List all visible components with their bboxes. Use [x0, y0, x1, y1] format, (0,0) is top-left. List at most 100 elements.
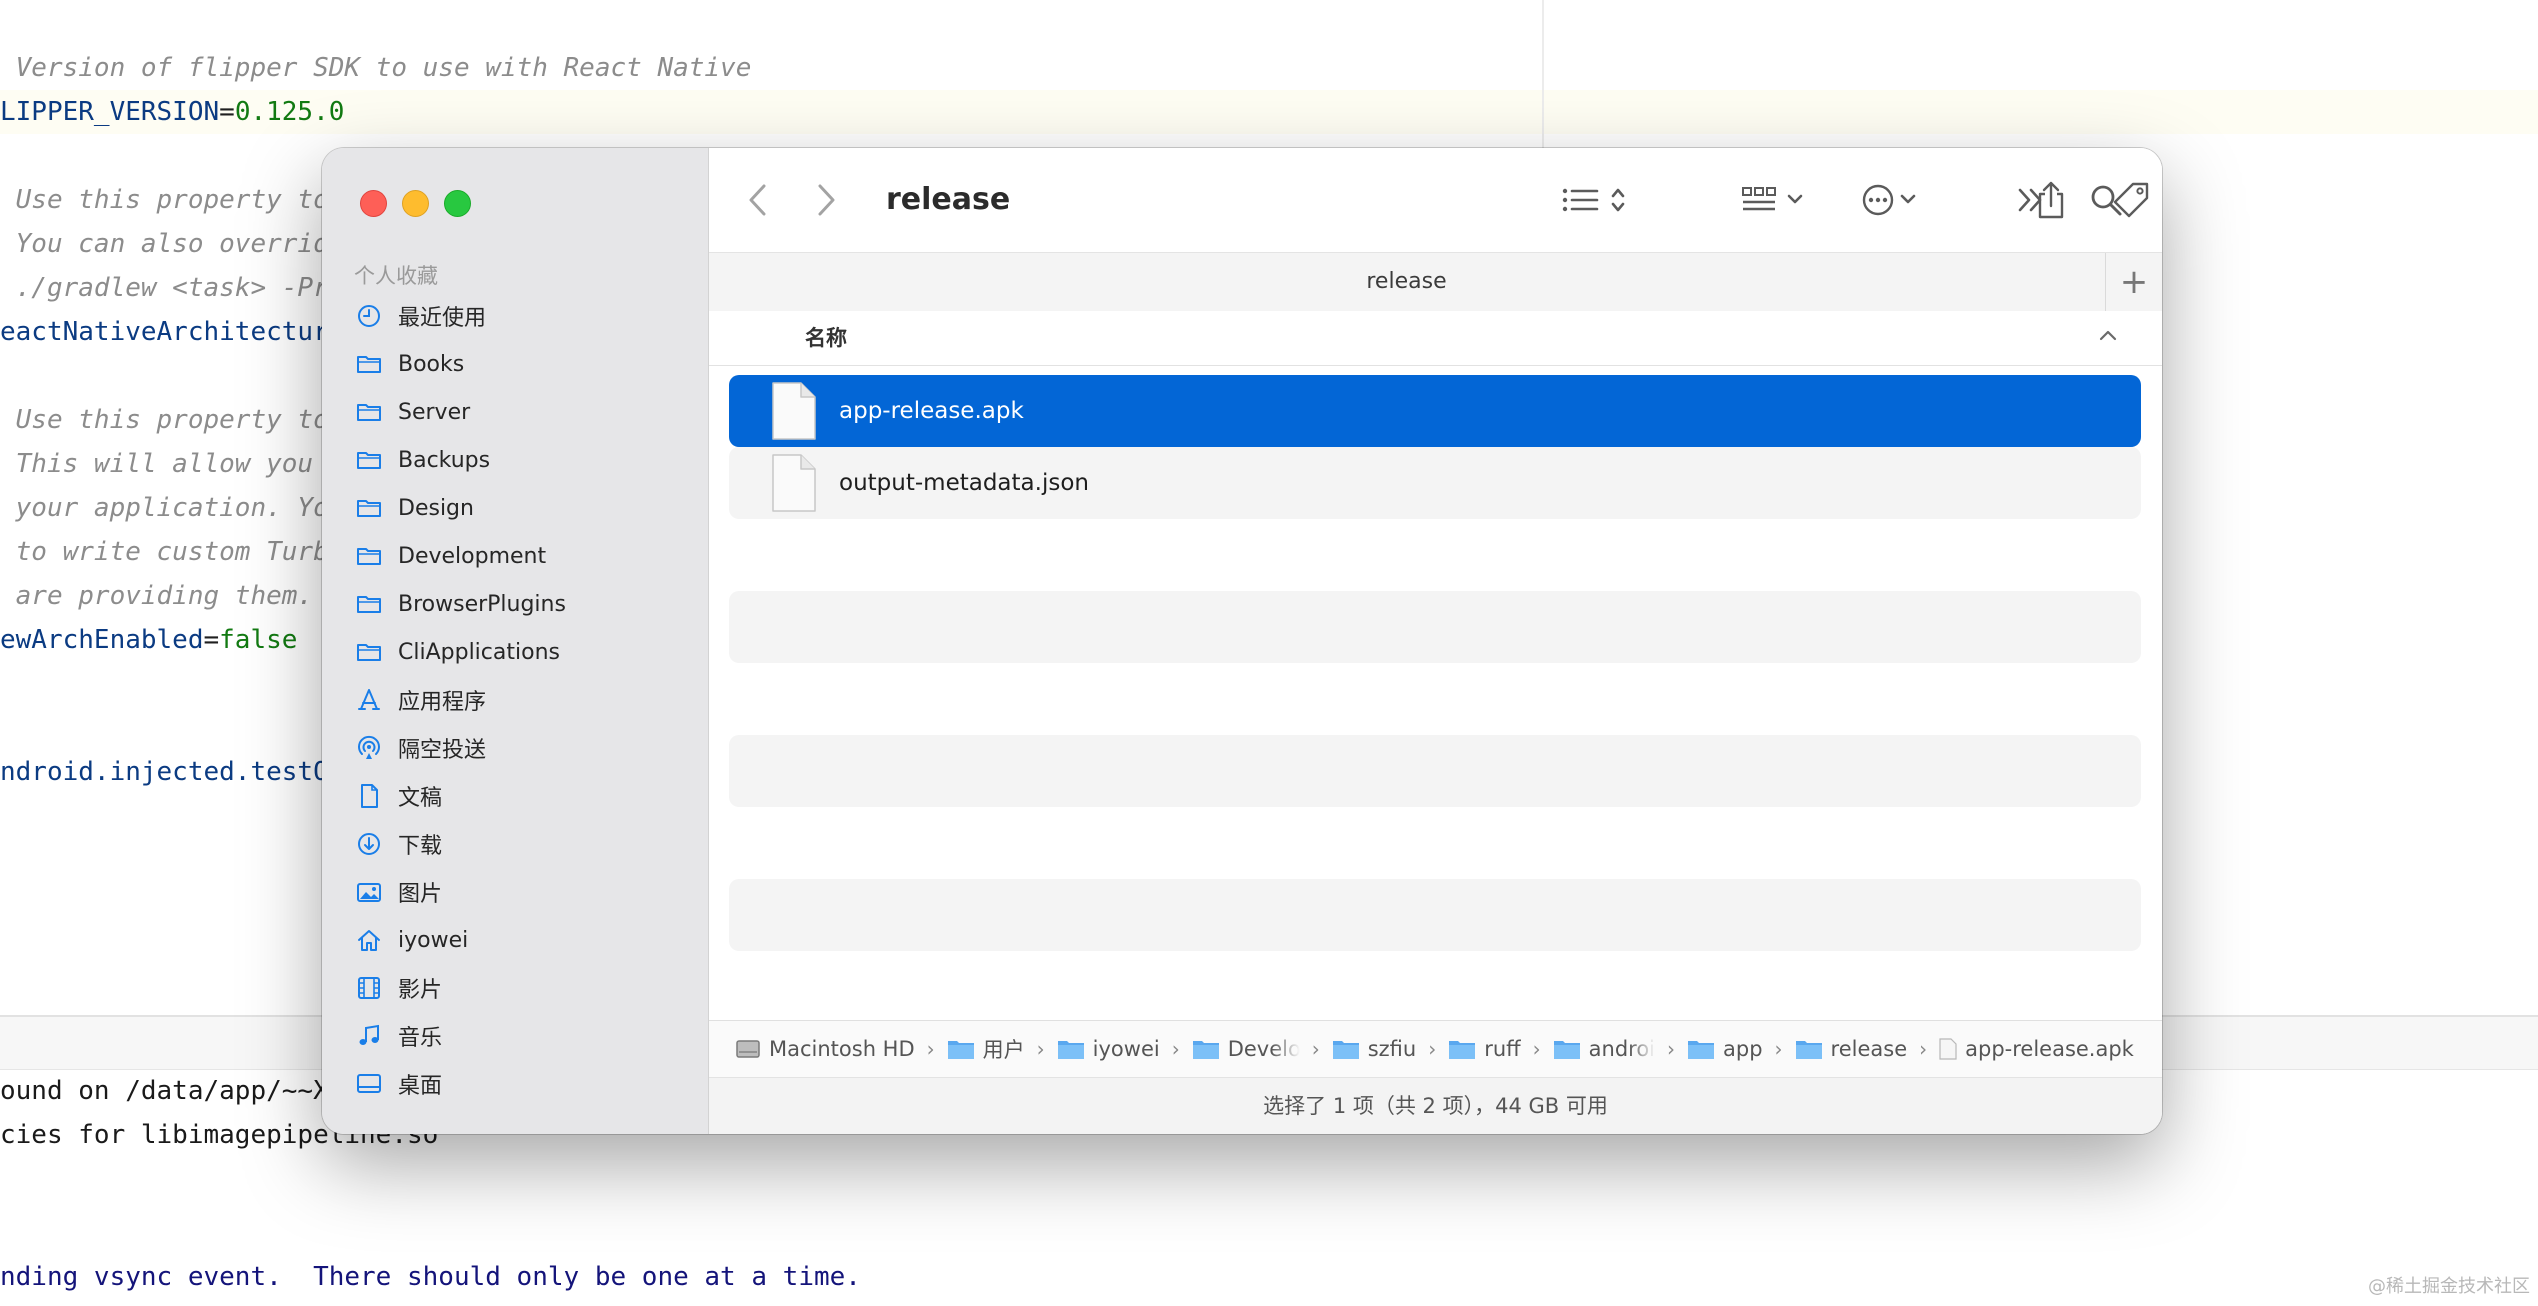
- sidebar-item[interactable]: 影片: [322, 964, 708, 1012]
- breadcrumb-label: 用户: [982, 1038, 1025, 1062]
- breadcrumb-item[interactable]: app-release.apk: [1939, 1037, 2134, 1061]
- breadcrumb-separator: ›: [1774, 1037, 1783, 1061]
- minimize-button[interactable]: [402, 190, 429, 217]
- breadcrumb-item[interactable]: Develo: [1192, 1037, 1300, 1061]
- close-button[interactable]: [360, 190, 387, 217]
- column-header: 名称: [709, 311, 2162, 366]
- breadcrumb-item[interactable]: iyowei: [1057, 1037, 1160, 1061]
- breadcrumb-label: iyowei: [1092, 1037, 1160, 1061]
- document-file-icon: [1939, 1038, 1965, 1060]
- sidebar-item-label: 文稿: [398, 786, 443, 811]
- folder-icon: [1553, 1038, 1589, 1060]
- sidebar-item[interactable]: Backups: [322, 436, 708, 484]
- folder-icon: [947, 1038, 983, 1060]
- sort-ascending-icon[interactable]: [2098, 327, 2118, 346]
- file-row[interactable]: output-metadata.json: [729, 447, 2141, 519]
- sidebar-item-label: 最近使用: [398, 306, 487, 331]
- file-row[interactable]: app-release.apk: [729, 375, 2141, 447]
- console-line: nding vsync event. There should only be …: [0, 1262, 861, 1292]
- sidebar-item-label: 音乐: [398, 1026, 443, 1051]
- folder-icon: [356, 543, 382, 569]
- more-toolbar-button[interactable]: [2009, 178, 2053, 222]
- code-line: LIPPER_VERSION=0.125.0: [0, 97, 345, 127]
- sidebar-item[interactable]: 音乐: [322, 1012, 708, 1060]
- back-button[interactable]: [737, 178, 777, 222]
- sidebar-item[interactable]: 图片: [322, 868, 708, 916]
- breadcrumb-item[interactable]: ruff: [1448, 1037, 1521, 1061]
- finder-main: release release + 名称 app-release.apk out…: [709, 148, 2162, 1134]
- breadcrumb-item[interactable]: szfiu: [1332, 1037, 1417, 1061]
- breadcrumb-item[interactable]: Macintosh HD: [735, 1037, 915, 1061]
- empty-row: [729, 663, 2141, 735]
- code-line: ewArchEnabled=false: [0, 625, 298, 655]
- breadcrumb-item[interactable]: androi: [1553, 1037, 1655, 1061]
- breadcrumb-label: ruff: [1484, 1037, 1521, 1061]
- download-icon: [356, 831, 382, 857]
- sidebar-item[interactable]: Books: [322, 340, 708, 388]
- view-list-button[interactable]: [1561, 178, 1633, 222]
- zoom-button[interactable]: [444, 190, 471, 217]
- folder-icon: [356, 591, 382, 617]
- sidebar-item[interactable]: CliApplications: [322, 628, 708, 676]
- sidebar-item-label: Development: [398, 543, 547, 569]
- breadcrumb-item[interactable]: release: [1795, 1037, 1907, 1061]
- sidebar-list: 最近使用 Books Server Backups Design Development B…: [322, 292, 708, 1108]
- tab-release[interactable]: release: [709, 253, 2104, 311]
- group-button[interactable]: [1741, 178, 1813, 222]
- file-list: app-release.apk output-metadata.json: [729, 375, 2141, 951]
- toolbar: release: [709, 148, 2162, 252]
- tab-bar: release +: [709, 252, 2162, 312]
- sidebar-item[interactable]: 下载: [322, 820, 708, 868]
- document-icon: [356, 783, 382, 809]
- search-icon: [2091, 185, 2122, 216]
- sidebar-item[interactable]: 文稿: [322, 772, 708, 820]
- breadcrumb-label: androi: [1588, 1037, 1656, 1061]
- sidebar-item[interactable]: 桌面: [322, 1060, 708, 1108]
- sidebar-item[interactable]: 应用程序: [322, 676, 708, 724]
- photo-icon: [356, 879, 382, 905]
- code-line: Use this property to: [0, 405, 329, 435]
- home-icon: [356, 927, 382, 953]
- finder-sidebar: 个人收藏 最近使用 Books Server Backups Design Develop…: [322, 148, 709, 1134]
- code-line: Use this property to: [0, 185, 329, 215]
- sidebar-item[interactable]: Server: [322, 388, 708, 436]
- search-button[interactable]: [2084, 178, 2128, 222]
- sidebar-item-label: 下载: [398, 834, 443, 859]
- finder-window: 个人收藏 最近使用 Books Server Backups Design Develop…: [322, 148, 2162, 1134]
- music-icon: [356, 1023, 382, 1049]
- breadcrumb-label: szfiu: [1367, 1037, 1417, 1061]
- sidebar-item[interactable]: 最近使用: [322, 292, 708, 340]
- sidebar-item-label: 桌面: [398, 1074, 443, 1099]
- sidebar-item[interactable]: 隔空投送: [322, 724, 708, 772]
- new-tab-button[interactable]: +: [2105, 253, 2162, 311]
- folder-icon: [356, 351, 382, 377]
- path-bar: Macintosh HD › 用户 › iyowei › Develo › szfiu › ruff…: [709, 1020, 2162, 1077]
- folder-icon: [356, 399, 382, 425]
- code-line: This will allow you: [0, 449, 314, 479]
- forward-button[interactable]: [807, 178, 847, 222]
- sidebar-item-label: Server: [398, 399, 471, 425]
- action-button[interactable]: [1861, 178, 1933, 222]
- code-line: ./gradlew <task> -Pr: [0, 273, 329, 303]
- breadcrumb-separator: ›: [1428, 1037, 1437, 1061]
- code-line: to write custom Turb: [0, 537, 329, 567]
- breadcrumb-separator: ›: [1036, 1037, 1045, 1061]
- grid-view-icon: [1742, 187, 1803, 211]
- sidebar-item[interactable]: iyowei: [322, 916, 708, 964]
- clock-icon: [356, 303, 382, 329]
- sidebar-item-label: 影片: [398, 978, 443, 1003]
- column-name-header[interactable]: 名称: [805, 311, 847, 365]
- breadcrumb-separator: ›: [926, 1037, 935, 1061]
- chevron-right-icon: [818, 184, 835, 216]
- sidebar-item[interactable]: Development: [322, 532, 708, 580]
- breadcrumb-label: app-release.apk: [1965, 1037, 2134, 1061]
- breadcrumb-item[interactable]: app: [1687, 1037, 1763, 1061]
- airdrop-icon: [356, 735, 382, 761]
- breadcrumb-item[interactable]: 用户: [947, 1034, 1025, 1064]
- list-view-icon: [1562, 188, 1625, 212]
- folder-icon: [1687, 1038, 1723, 1060]
- folder-icon: [1448, 1038, 1484, 1060]
- sidebar-item[interactable]: Design: [322, 484, 708, 532]
- sidebar-item-label: iyowei: [398, 927, 469, 953]
- sidebar-item[interactable]: BrowserPlugins: [322, 580, 708, 628]
